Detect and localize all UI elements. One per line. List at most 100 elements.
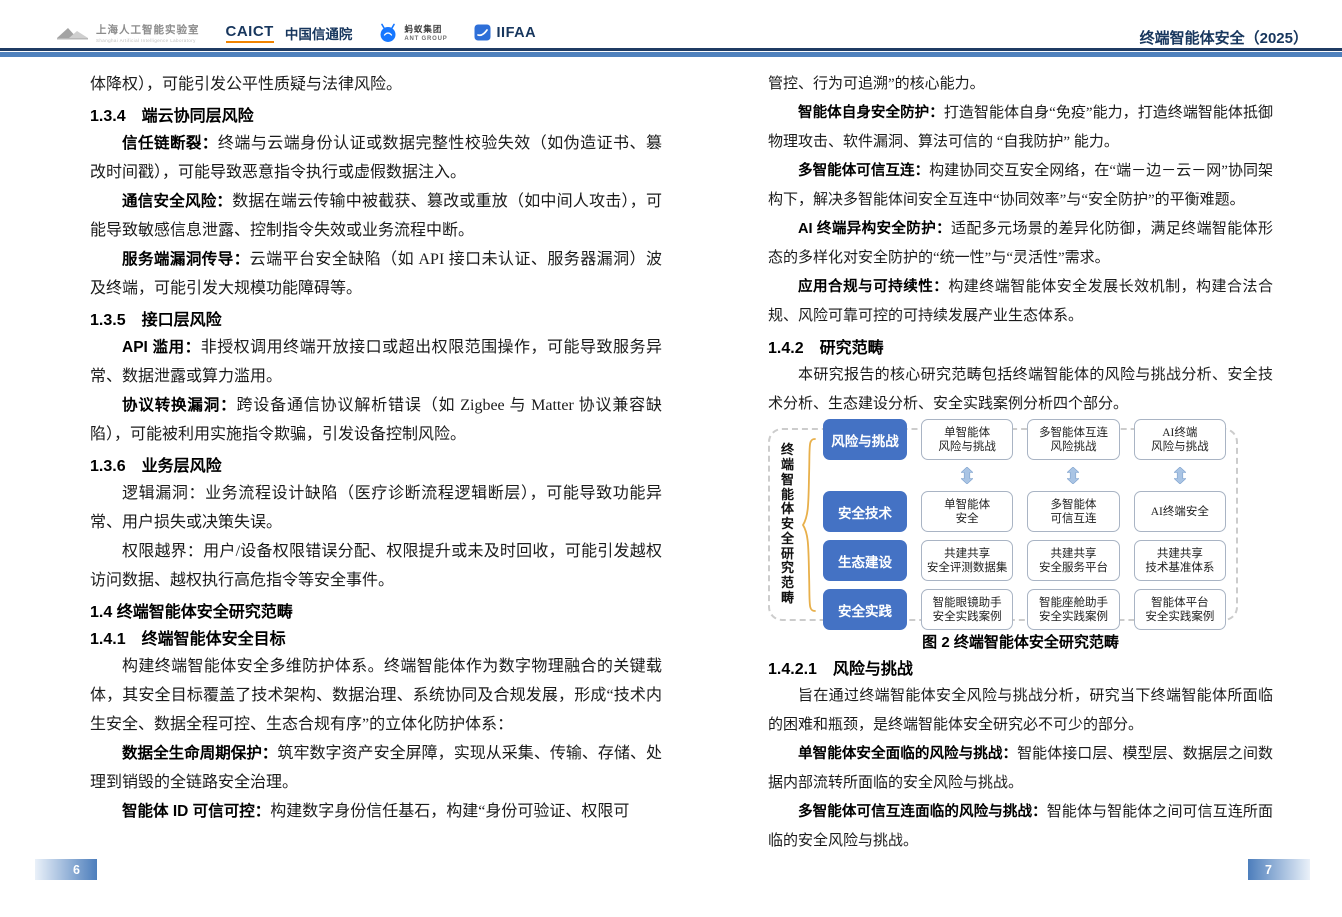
shanghai-ai-lab-logo: 上海人工智能实验室 Shanghai Artificial Intelligen… <box>56 22 200 43</box>
right-page-content: 管控、行为可追溯”的核心能力。智能体自身安全防护：打造智能体自身“免疫”能力，打… <box>768 70 1273 856</box>
diagram-side-label-char: 体 <box>781 502 794 517</box>
diagram-side-label-char: 范 <box>781 576 794 591</box>
left-page-text: 体降权），可能引发公平性质疑与法律风险。 1.3.4 端云协同层风险信任链断裂：终… <box>90 70 662 826</box>
ant-group-logo: 蚂蚁集团 ANT GROUP <box>378 23 447 43</box>
paragraph: 本研究报告的核心研究范畴包括终端智能体的风险与挑战分析、安全技术分析、生态建设分… <box>768 361 1273 419</box>
diagram-side-label-char: 全 <box>781 532 794 547</box>
diagram-cell: 智能眼镜助手 安全实践案例 <box>921 589 1013 630</box>
ant-group-logo-text: 蚂蚁集团 ANT GROUP <box>404 23 447 42</box>
paragraph: 体降权），可能引发公平性质疑与法律风险。 <box>90 70 662 99</box>
paragraph-lead: 协议转换漏洞： <box>122 397 236 414</box>
diagram-side-label-char: 能 <box>781 488 794 503</box>
up-down-arrow-icon <box>1134 468 1226 483</box>
up-down-arrow-icon <box>921 468 1013 483</box>
paragraph: 通信安全风险：数据在端云传输中被截获、篡改或重放（如中间人攻击），可能导致敏感信… <box>90 187 662 245</box>
brace-decoration <box>801 437 817 613</box>
iifaa-icon <box>474 24 491 41</box>
paragraph-lead: 多智能体可信互连： <box>798 163 929 179</box>
diagram-grid: 风险与挑战单智能体 风险与挑战多智能体互连 风险挑战 AI终端 风险与挑战安全技术… <box>823 419 1226 630</box>
caict-brand: CAICT <box>226 23 274 43</box>
diagram-cell: 共建共享 技术基准体系 <box>1134 540 1226 581</box>
paragraph-lead: 单智能体安全面临的风险与挑战： <box>798 746 1017 762</box>
paragraph: 服务端漏洞传导：云端平台安全缺陷（如 API 接口未认证、服务器漏洞）波及终端，… <box>90 245 662 303</box>
right-page-text-top: 管控、行为可追溯”的核心能力。智能体自身安全防护：打造智能体自身“免疫”能力，打… <box>768 70 1273 419</box>
paragraph-lead: 信任链断裂： <box>122 135 218 152</box>
diagram-side-label-char: 安 <box>781 517 794 532</box>
paragraph: 管控、行为可追溯”的核心能力。 <box>768 70 1273 99</box>
diagram-side-label-char: 终 <box>781 443 794 458</box>
paragraph-lead: 服务端漏洞传导： <box>122 251 250 268</box>
diagram-cell: 智能体平台 安全实践案例 <box>1134 589 1226 630</box>
diagram-row-label: 安全技术 <box>823 491 907 532</box>
paragraph-lead: API 滥用： <box>122 339 201 356</box>
diagram-cell: 多智能体 可信互连 <box>1027 491 1119 532</box>
diagram-cell: AI终端安全 <box>1134 491 1226 532</box>
logo-strip: 上海人工智能实验室 Shanghai Artificial Intelligen… <box>56 22 536 43</box>
research-scope-diagram: 终端智能体安全研究范畴 风险与挑战单智能体 风险与挑战多智能体互连 风险挑战AI… <box>768 428 1238 621</box>
section-heading: 1.3.6 业务层风险 <box>90 452 662 476</box>
ant-icon <box>378 23 398 43</box>
caict-title: 中国信通院 <box>285 23 353 43</box>
paragraph: 多智能体可信互连：构建协同交互安全网络，在“端－边－云－网”协同架构下，解决多智… <box>768 157 1273 215</box>
diagram-cell: AI终端 风险与挑战 <box>1134 419 1226 460</box>
paragraph-lead: 多智能体可信互连面临的风险与挑战： <box>798 804 1047 820</box>
diagram-row-label: 生态建设 <box>823 540 907 581</box>
paragraph: 多智能体可信互连面临的风险与挑战：智能体与智能体之间可信互连所面临的安全风险与挑… <box>768 798 1273 856</box>
section-heading: 1.3.4 端云协同层风险 <box>90 102 662 126</box>
paragraph-lead: 通信安全风险： <box>122 193 232 210</box>
shanghai-ai-lab-subtitle: Shanghai Artificial Intelligence Laborat… <box>96 38 200 43</box>
paragraph: 逻辑漏洞：业务流程设计缺陷（医疗诊断流程逻辑断层），可能导致功能异常、用户损失或… <box>90 479 662 537</box>
shanghai-ai-lab-title: 上海人工智能实验室 <box>96 22 200 37</box>
diagram-row-label: 安全实践 <box>823 589 907 630</box>
diagram-side-label: 终端智能体安全研究范畴 <box>780 443 795 606</box>
paragraph: API 滥用：非授权调用终端开放接口或超出权限范围操作，可能导致服务异常、数据泄… <box>90 333 662 391</box>
diagram-cell: 智能座舱助手 安全实践案例 <box>1027 589 1119 630</box>
doc-title: 终端智能体安全（2025） <box>1140 27 1308 48</box>
iifaa-logo: IIFAA <box>474 24 537 41</box>
diagram-side-label-char: 究 <box>781 561 794 576</box>
paragraph-lead: 数据全生命周期保护： <box>122 745 277 762</box>
diagram-cell: 单智能体 安全 <box>921 491 1013 532</box>
section-heading: 1.4.2.1 风险与挑战 <box>768 655 1273 679</box>
paragraph: 智能体 ID 可信可控：构建数字身份信任基石，构建“身份可验证、权限可 <box>90 797 662 826</box>
paragraph-lead: 应用合规与可持续性： <box>798 279 948 295</box>
research-scope-figure: 终端智能体安全研究范畴 风险与挑战单智能体 风险与挑战多智能体互连 风险挑战AI… <box>768 428 1273 652</box>
paragraph: 协议转换漏洞：跨设备通信协议解析错误（如 Zigbee 与 Matter 协议兼… <box>90 391 662 449</box>
section-heading: 1.4 终端智能体安全研究范畴 <box>90 598 662 622</box>
paragraph: AI 终端异构安全防护：适配多元场景的差异化防御，满足终端智能体形态的多样化对安… <box>768 215 1273 273</box>
shanghai-ai-lab-logo-text: 上海人工智能实验室 Shanghai Artificial Intelligen… <box>96 22 200 43</box>
shanghai-ai-lab-logo-mark <box>56 24 90 42</box>
paragraph: 数据全生命周期保护：筑牢数字资产安全屏障，实现从采集、传输、存储、处理到销毁的全… <box>90 739 662 797</box>
right-page-text-bottom: 1.4.2.1 风险与挑战旨在通过终端智能体安全风险与挑战分析，研究当下终端智能… <box>768 655 1273 856</box>
diagram-cell: 多智能体互连 风险挑战 <box>1027 419 1119 460</box>
page-number-right: 7 <box>1248 859 1310 880</box>
diagram-cell: 共建共享 安全服务平台 <box>1027 540 1119 581</box>
paragraph: 单智能体安全面临的风险与挑战：智能体接口层、模型层、数据层之间数据内部流转所面临… <box>768 740 1273 798</box>
paragraph-lead: 智能体 ID 可信可控： <box>122 803 270 820</box>
diagram-side-label-char: 端 <box>781 458 794 473</box>
section-heading: 1.4.2 研究范畴 <box>768 334 1273 358</box>
paragraph-lead: 智能体自身安全防护： <box>798 105 944 121</box>
page-number-left: 6 <box>35 859 97 880</box>
paragraph-lead: AI 终端异构安全防护： <box>798 221 951 237</box>
caict-logo: CAICT 中国信通院 <box>226 23 353 43</box>
diagram-row-label: 风险与挑战 <box>823 419 907 460</box>
figure-caption: 图 2 终端智能体安全研究范畴 <box>768 631 1273 652</box>
ant-group-title: 蚂蚁集团 <box>404 23 447 35</box>
paragraph: 权限越界：用户/设备权限错误分配、权限提升或未及时回收，可能引发越权访问数据、越… <box>90 537 662 595</box>
iifaa-title: IIFAA <box>497 25 537 41</box>
diagram-cell: 单智能体 风险与挑战 <box>921 419 1013 460</box>
up-down-arrow-icon <box>1027 468 1119 483</box>
diagram-side-label-char: 畴 <box>781 591 794 606</box>
ant-group-subtitle: ANT GROUP <box>404 36 447 42</box>
diagram-side-label-char: 研 <box>781 547 794 562</box>
section-heading: 1.4.1 终端智能体安全目标 <box>90 625 662 649</box>
diagram-cell: 共建共享 安全评测数据集 <box>921 540 1013 581</box>
paragraph: 应用合规与可持续性：构建终端智能体安全发展长效机制，构建合法合规、风险可靠可控的… <box>768 273 1273 331</box>
header-rule <box>0 48 1342 57</box>
report-header: 上海人工智能实验室 Shanghai Artificial Intelligen… <box>0 0 1342 48</box>
diagram-side-label-char: 智 <box>781 473 794 488</box>
section-heading: 1.3.5 接口层风险 <box>90 306 662 330</box>
paragraph: 信任链断裂：终端与云端身份认证或数据完整性校验失效（如伪造证书、篡改时间戳），可… <box>90 129 662 187</box>
paragraph: 智能体自身安全防护：打造智能体自身“免疫”能力，打造终端智能体抵御物理攻击、软件… <box>768 99 1273 157</box>
